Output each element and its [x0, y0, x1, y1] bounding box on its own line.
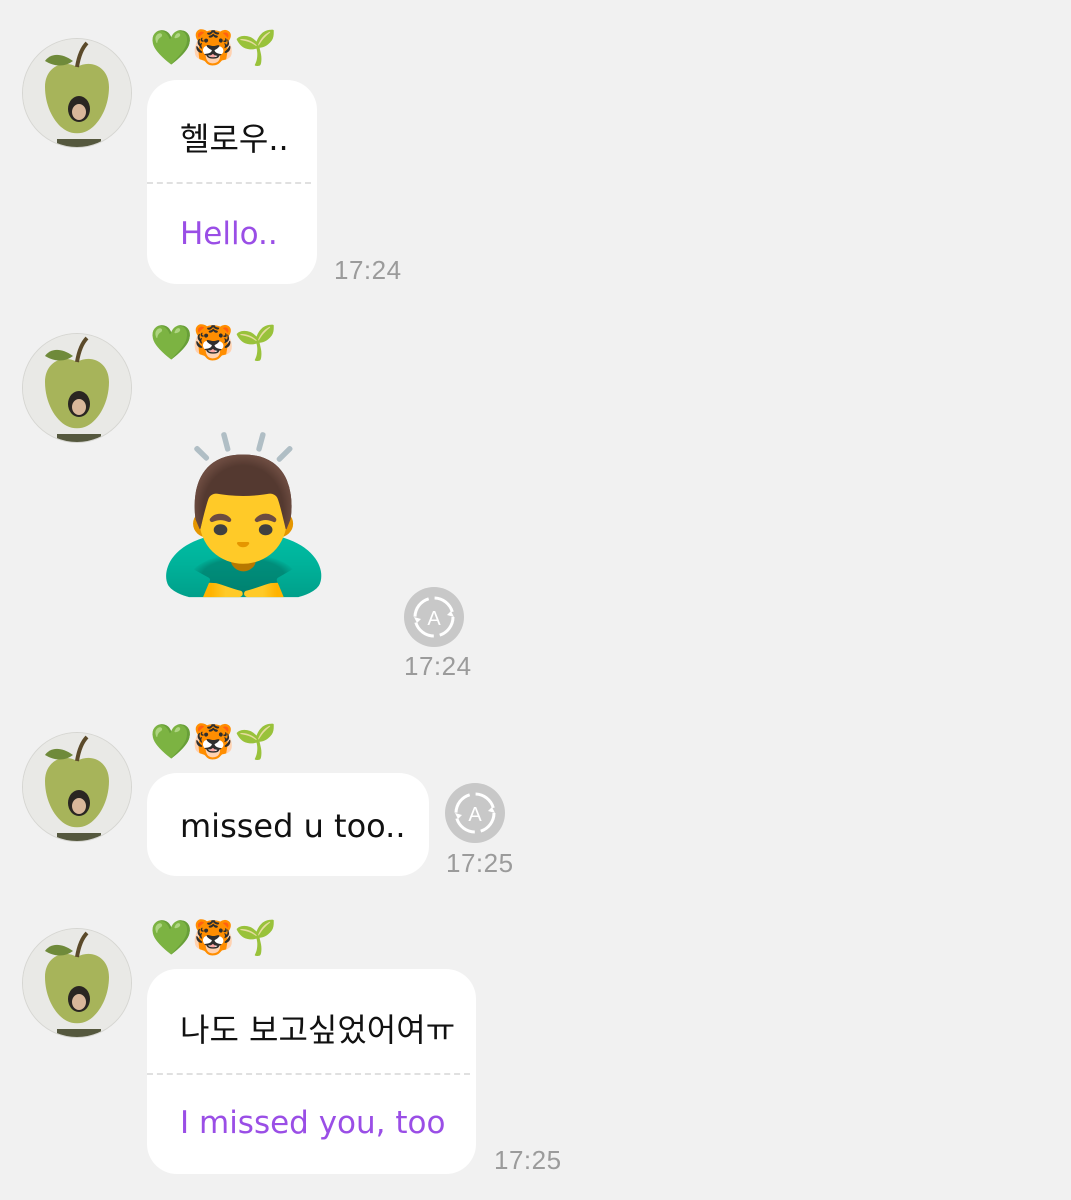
message-original-text: 나도 보고싶었어여ㅠ [180, 1011, 456, 1049]
translation-divider [147, 182, 311, 184]
apple-avatar-icon [23, 733, 131, 841]
message-translation-text: Hello.. [180, 216, 278, 252]
message-original-text: 헬로우.. [180, 120, 289, 158]
chat-thread: 💚🐯🌱 헬로우.. Hello.. 17:24 💚🐯🌱 🙇‍♂️ [0, 0, 1071, 1200]
auto-translate-icon: A [454, 792, 496, 834]
message-bubble[interactable]: 나도 보고싶었어여ㅠ I missed you, too [147, 969, 476, 1174]
translate-button[interactable]: A [404, 587, 464, 647]
bowing-person-sticker[interactable]: 🙇‍♂️ [150, 440, 337, 590]
message-timestamp: 17:25 [494, 1145, 562, 1175]
avatar[interactable] [22, 732, 132, 842]
sender-name: 💚🐯🌱 [150, 918, 278, 958]
apple-avatar-icon [23, 39, 131, 147]
apple-avatar-icon [23, 929, 131, 1037]
message-original-text: missed u too.. [180, 807, 406, 845]
translate-button[interactable]: A [445, 783, 505, 843]
sender-name: 💚🐯🌱 [150, 722, 278, 762]
translation-divider [147, 1073, 470, 1075]
message-bubble[interactable]: missed u too.. [147, 773, 429, 876]
message-timestamp: 17:24 [404, 651, 472, 681]
avatar[interactable] [22, 333, 132, 443]
avatar[interactable] [22, 928, 132, 1038]
apple-avatar-icon [23, 334, 131, 442]
avatar[interactable] [22, 38, 132, 148]
svg-text:A: A [468, 804, 482, 826]
svg-text:A: A [427, 608, 441, 630]
message-timestamp: 17:25 [446, 848, 514, 878]
message-timestamp: 17:24 [334, 255, 402, 285]
message-bubble[interactable]: 헬로우.. Hello.. [147, 80, 317, 284]
message-translation-text: I missed you, too [180, 1105, 446, 1141]
sender-name: 💚🐯🌱 [150, 323, 278, 363]
auto-translate-icon: A [413, 596, 455, 638]
sender-name: 💚🐯🌱 [150, 28, 278, 68]
